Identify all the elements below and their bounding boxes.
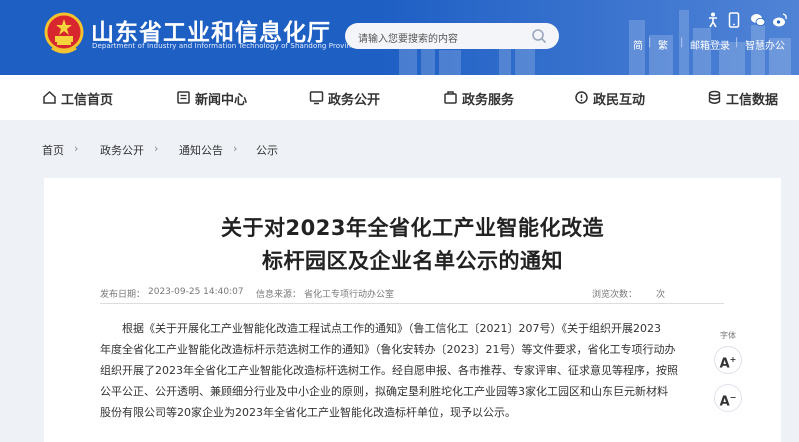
traditional-link[interactable]: 繁 xyxy=(658,37,668,52)
body-line: 根据《关于开展化工产业智能化改造工程试点工作的通知》（鲁工信化工〔2021〕20… xyxy=(122,322,661,335)
views-unit: 次 xyxy=(656,290,666,300)
source-value: 省化工专项行动办公室 xyxy=(304,290,395,300)
font-size-label: 字体 xyxy=(720,331,736,340)
breadcrumb-separator: › xyxy=(154,142,159,155)
smart-office-link[interactable]: 智慧办公 xyxy=(745,37,785,52)
font-increase-sign: + xyxy=(729,355,737,364)
mobile-icon[interactable] xyxy=(728,12,744,28)
search-icon[interactable] xyxy=(531,28,547,44)
service-icon xyxy=(444,91,457,104)
search-input[interactable]: 请输入您要搜索的内容 xyxy=(358,30,458,45)
search-box[interactable]: 请输入您要搜索的内容 xyxy=(345,23,559,49)
article-title-line1: 关于对2023年全省化工产业智能化改造 xyxy=(221,216,604,240)
nav-label: 政民互动 xyxy=(593,93,646,108)
article-body: 根据《关于开展化工产业智能化改造工程试点工作的通知》（鲁工信化工〔2021〕20… xyxy=(100,318,720,423)
news-icon xyxy=(177,91,190,104)
site-header: 山东省工业和信息化厅 Department of Industry and In… xyxy=(0,0,799,75)
font-increase-button[interactable]: A+ xyxy=(714,346,742,374)
database-icon xyxy=(708,90,721,104)
top-icon-bar xyxy=(706,12,791,30)
article-title-line2: 标杆园区及企业名单公示的通知 xyxy=(262,249,563,273)
publish-date-label: 发布日期： xyxy=(100,290,146,300)
body-line: 组织开展了2023年全省化工产业智能化改造标杆选树工作。经自愿申报、各市推荐、专… xyxy=(100,364,678,377)
home-icon xyxy=(43,90,56,104)
simplified-link[interactable]: 简 xyxy=(633,37,643,52)
font-decrease-button[interactable]: A− xyxy=(714,384,742,412)
nav-label: 工信首页 xyxy=(61,93,114,108)
nav-label: 政务服务 xyxy=(462,93,515,108)
link-separator: | xyxy=(648,37,652,48)
body-line: 年度全省化工产业智能化改造标杆示范选树工作的通知》（鲁化安转办〔2023〕21号… xyxy=(100,343,676,356)
publish-date: 2023-09-25 14:40:07 xyxy=(148,287,244,297)
article-card: 关于对2023年全省化工产业智能化改造 标杆园区及企业名单公示的通知 发布日期：… xyxy=(44,178,781,442)
weibo-icon[interactable] xyxy=(772,12,788,28)
national-emblem-icon xyxy=(44,12,84,54)
link-separator: | xyxy=(735,37,739,48)
font-decrease-sign: − xyxy=(729,393,737,402)
body-line: 股份有限公司等20家企业为2023年全省化工产业智能化改造标杆单位，现予以公示。 xyxy=(100,406,516,419)
nav-label: 新闻中心 xyxy=(195,93,248,108)
meta-divider xyxy=(100,303,724,304)
font-decrease-letter: A xyxy=(719,394,730,410)
views-label: 浏览次数： xyxy=(592,290,638,300)
breadcrumb-home[interactable]: 首页 xyxy=(42,142,64,158)
accessibility-icon[interactable] xyxy=(706,12,722,28)
main-nav: 工信首页 新闻中心 政务公开 政务服务 政民互动 工信数据 xyxy=(0,75,799,120)
monitor-icon xyxy=(309,91,324,105)
breadcrumb-separator: › xyxy=(74,142,79,155)
mail-login-link[interactable]: 邮箱登录 xyxy=(690,37,730,52)
wechat-icon[interactable] xyxy=(750,12,766,28)
font-size-tools: 字体 A+ A− xyxy=(710,330,750,420)
breadcrumb-separator: › xyxy=(233,142,238,155)
breadcrumb-gov-affairs[interactable]: 政务公开 xyxy=(100,142,144,158)
breadcrumb-publicity[interactable]: 公示 xyxy=(256,142,278,158)
link-separator: | xyxy=(680,37,684,48)
font-increase-letter: A xyxy=(719,356,730,372)
body-line: 公平公正、公开透明、兼顾细分行业及中小企业的原则，拟确定垦利胜坨化工产业园等3家… xyxy=(100,385,668,398)
interaction-icon xyxy=(575,91,588,104)
source-label: 信息来源： xyxy=(256,290,302,300)
nav-label: 政务公开 xyxy=(328,93,381,108)
site-subtitle: Department of Industry and Information T… xyxy=(92,42,360,50)
breadcrumb-notices[interactable]: 通知公告 xyxy=(179,142,223,158)
nav-label: 工信数据 xyxy=(726,93,779,108)
